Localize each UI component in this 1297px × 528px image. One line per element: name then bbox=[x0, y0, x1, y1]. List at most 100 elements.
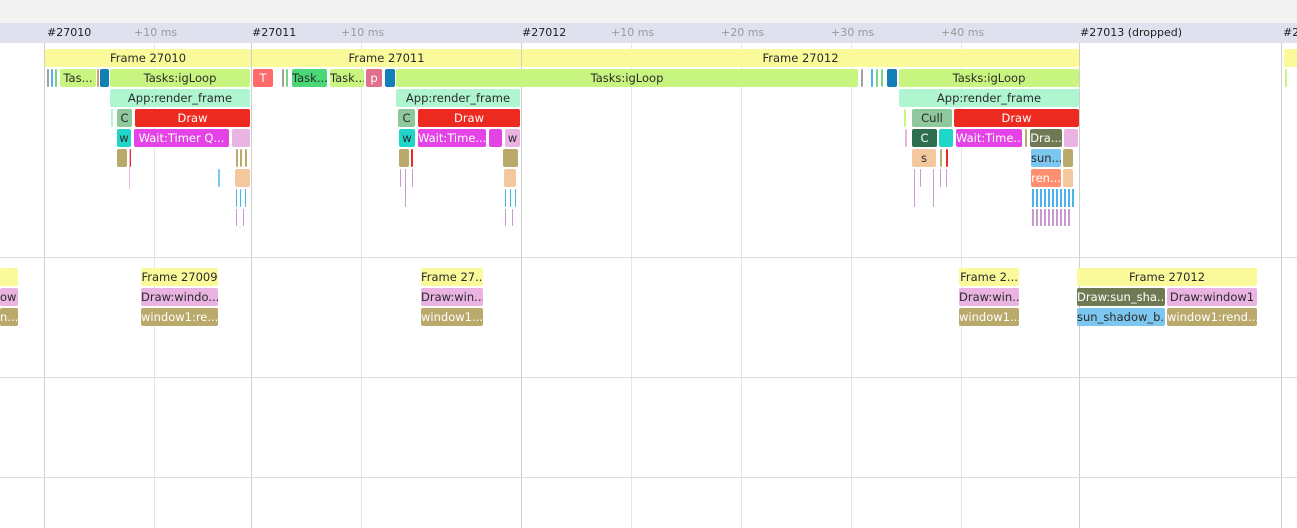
depth-slice[interactable] bbox=[933, 169, 934, 207]
task-slice[interactable] bbox=[51, 69, 53, 87]
depth-slice[interactable] bbox=[243, 209, 244, 226]
slice-block[interactable] bbox=[504, 169, 516, 187]
frame-block[interactable]: Frame 2... bbox=[959, 268, 1019, 286]
cull-block[interactable]: Cull bbox=[912, 109, 952, 127]
render-sub-block[interactable]: ren... bbox=[1031, 169, 1061, 187]
task-slice[interactable] bbox=[286, 69, 288, 87]
task-block[interactable]: Tasks:igLoop bbox=[110, 69, 250, 87]
frame-block[interactable] bbox=[1284, 49, 1297, 67]
wait-timer-block[interactable]: Wait:Time... bbox=[418, 129, 486, 147]
task-slice[interactable] bbox=[245, 149, 247, 167]
sun-shadow-block[interactable]: sun... bbox=[1031, 149, 1061, 167]
depth-slice[interactable] bbox=[245, 189, 246, 207]
depth-slice[interactable] bbox=[236, 209, 237, 226]
depth-slice[interactable] bbox=[240, 189, 241, 207]
task-slice[interactable] bbox=[1025, 129, 1027, 147]
task-slice[interactable] bbox=[47, 69, 49, 87]
task-slice[interactable] bbox=[1285, 69, 1287, 87]
ruler-frame-marker[interactable]: #27013 (dropped) bbox=[1080, 26, 1182, 40]
pass-block[interactable]: window1:re... bbox=[141, 308, 218, 326]
depth-slice[interactable] bbox=[920, 169, 921, 187]
cull-block[interactable]: C bbox=[912, 129, 937, 147]
task-slice[interactable] bbox=[940, 149, 942, 167]
task-slice[interactable] bbox=[876, 69, 878, 87]
slice-block[interactable] bbox=[939, 129, 953, 147]
task-block[interactable]: T bbox=[253, 69, 273, 87]
task-slice[interactable] bbox=[282, 69, 284, 87]
depth-slice[interactable] bbox=[914, 169, 915, 207]
task-slice[interactable] bbox=[236, 149, 238, 167]
slice-block[interactable] bbox=[399, 149, 409, 167]
task-slice[interactable] bbox=[904, 109, 906, 127]
depth-slice-cluster[interactable] bbox=[1032, 189, 1076, 207]
depth-slice[interactable] bbox=[946, 169, 947, 187]
depth-slice[interactable] bbox=[940, 169, 941, 187]
slice-block[interactable] bbox=[1063, 149, 1073, 167]
task-block[interactable]: Tasks:igLoop bbox=[899, 69, 1079, 87]
frame-block[interactable]: Frame 27010 bbox=[45, 49, 251, 67]
task-block[interactable] bbox=[887, 69, 897, 87]
task-slice[interactable] bbox=[861, 69, 863, 87]
draw-block[interactable]: Draw:windo... bbox=[141, 288, 218, 306]
draw-sub-block[interactable]: Dra... bbox=[1030, 129, 1062, 147]
task-slice[interactable] bbox=[97, 69, 99, 87]
pass-block[interactable]: window1... bbox=[959, 308, 1019, 326]
pass-block[interactable]: window1:rend... bbox=[1167, 308, 1257, 326]
task-slice[interactable] bbox=[55, 69, 57, 87]
task-slice[interactable] bbox=[218, 169, 220, 187]
task-slice[interactable] bbox=[905, 129, 907, 147]
slice-block[interactable] bbox=[489, 129, 502, 147]
depth-slice[interactable] bbox=[512, 209, 513, 226]
draw-block[interactable]: Draw:window1 bbox=[1167, 288, 1257, 306]
depth-slice[interactable] bbox=[515, 189, 516, 207]
depth-slice[interactable] bbox=[400, 169, 401, 187]
draw-block[interactable]: Draw:win... bbox=[959, 288, 1019, 306]
depth-slice-cluster[interactable] bbox=[1032, 209, 1072, 226]
timeline-ruler[interactable]: #27010 +10 ms #27011 +10 ms #27012 +10 m… bbox=[0, 23, 1297, 43]
pass-block[interactable]: window1... bbox=[421, 308, 483, 326]
slice-block[interactable] bbox=[235, 169, 250, 187]
wait-block[interactable]: w bbox=[399, 129, 415, 147]
task-slice[interactable] bbox=[946, 149, 948, 167]
slice-block[interactable] bbox=[1064, 129, 1078, 147]
task-block[interactable]: Tasks:igLoop bbox=[396, 69, 858, 87]
draw-block[interactable]: Draw bbox=[418, 109, 520, 127]
wait-timer-block[interactable]: Wait:Time... bbox=[956, 129, 1022, 147]
depth-slice[interactable] bbox=[412, 169, 413, 187]
task-block[interactable]: Tas... bbox=[60, 69, 96, 87]
draw-block[interactable]: Draw bbox=[954, 109, 1079, 127]
timeline-body[interactable]: Frame 27010 Frame 27011 Frame 27012 Tas.… bbox=[0, 43, 1297, 528]
frame-block[interactable]: Frame 27011 bbox=[252, 49, 521, 67]
frame-block[interactable]: Frame 27009 bbox=[141, 268, 218, 286]
task-block[interactable]: p bbox=[366, 69, 382, 87]
task-slice[interactable] bbox=[240, 149, 242, 167]
task-slice[interactable] bbox=[881, 69, 883, 87]
task-block[interactable]: Task... bbox=[292, 69, 327, 87]
draw-block[interactable]: Draw:win... bbox=[421, 288, 483, 306]
draw-block[interactable]: ow1 bbox=[0, 288, 18, 306]
render-frame-block[interactable]: App:render_frame bbox=[899, 89, 1079, 107]
wait-timer-block[interactable]: Wait:Timer Q... bbox=[134, 129, 229, 147]
ruler-frame-marker[interactable]: #2 bbox=[1283, 26, 1297, 40]
frame-block[interactable]: Frame 27... bbox=[421, 268, 483, 286]
wait-block[interactable]: w bbox=[505, 129, 520, 147]
slice-block[interactable] bbox=[1063, 169, 1073, 187]
draw-shadow-block[interactable]: Draw:sun_sha... bbox=[1077, 288, 1165, 306]
cull-block[interactable]: C bbox=[117, 109, 132, 127]
slice-block[interactable] bbox=[232, 129, 250, 147]
depth-slice[interactable] bbox=[505, 189, 506, 207]
task-block[interactable]: Task... bbox=[330, 69, 364, 87]
frame-block[interactable] bbox=[0, 268, 18, 286]
ruler-frame-marker[interactable]: #27011 bbox=[252, 26, 296, 40]
ruler-frame-marker[interactable]: #27010 bbox=[47, 26, 91, 40]
cull-block[interactable]: C bbox=[398, 109, 415, 127]
pass-block[interactable]: n... bbox=[0, 308, 18, 326]
task-slice[interactable] bbox=[111, 109, 113, 127]
wait-block[interactable]: w bbox=[117, 129, 131, 147]
task-block[interactable] bbox=[385, 69, 395, 87]
shadow-pass-block[interactable]: sun_shadow_b... bbox=[1077, 308, 1165, 326]
render-frame-block[interactable]: App:render_frame bbox=[396, 89, 520, 107]
render-frame-block[interactable]: App:render_frame bbox=[110, 89, 250, 107]
depth-slice[interactable] bbox=[129, 149, 130, 189]
slice-block[interactable] bbox=[117, 149, 127, 167]
